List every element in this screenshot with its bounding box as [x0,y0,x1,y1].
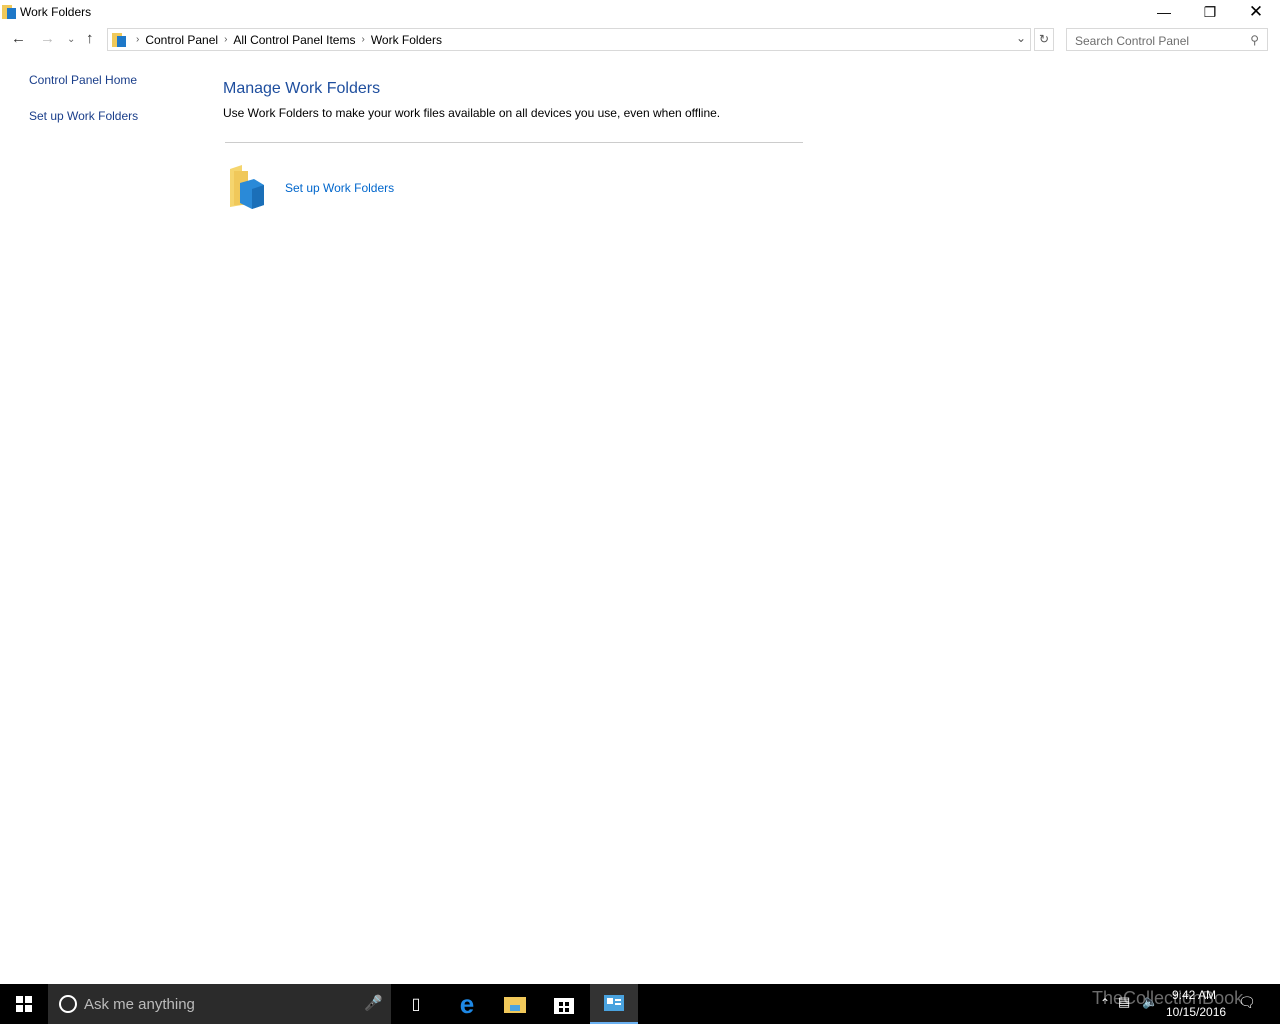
control-panel-icon [604,995,624,1011]
search-placeholder: Search Control Panel [1075,34,1190,48]
window-title: Work Folders [20,5,92,19]
network-icon[interactable]: ▤ [1118,994,1130,1010]
windows-logo-icon [16,996,32,1012]
up-button[interactable]: ↑ [86,30,94,47]
taskbar: Ask me anything 🎤 ▯ e TheCollectionBook … [0,984,1280,1024]
edge-button[interactable]: e [443,984,491,1024]
cortana-placeholder: Ask me anything [84,995,195,1013]
restore-icon: ❐ [1203,3,1217,20]
cortana-search-box[interactable]: Ask me anything 🎤 [48,984,391,1024]
set-up-work-folders-link[interactable]: Set up Work Folders [285,181,394,195]
breadcrumb-control-panel[interactable]: Control Panel [145,33,218,47]
page-title: Manage Work Folders [223,80,381,97]
volume-icon[interactable]: 🔈 [1142,994,1158,1010]
work-folders-large-icon [230,165,264,209]
store-button[interactable] [540,984,588,1024]
file-explorer-button[interactable] [491,984,539,1024]
search-icon: ⚲ [1250,33,1259,47]
minimize-button[interactable]: — [1141,0,1187,24]
breadcrumb-all-items[interactable]: All Control Panel Items [233,33,355,47]
chevron-right-icon[interactable]: › [224,34,227,45]
work-folders-icon [112,32,126,47]
restore-button[interactable]: ❐ [1187,0,1233,24]
control-panel-taskbar-button[interactable] [590,984,638,1024]
refresh-button[interactable]: ↻ [1034,28,1054,51]
forward-button[interactable]: → [40,30,55,47]
close-button[interactable]: ✕ [1233,0,1279,24]
chevron-right-icon[interactable]: › [361,34,364,45]
breadcrumb-work-folders[interactable]: Work Folders [371,33,442,47]
refresh-icon: ↻ [1038,32,1050,46]
file-explorer-icon [504,997,526,1013]
store-icon [554,998,574,1014]
back-button[interactable]: ← [11,30,26,47]
clock-date[interactable]: 10/15/2016 [1166,1005,1226,1019]
recent-locations-button[interactable]: ⌄ [67,34,75,45]
work-folders-icon [2,5,16,19]
chevron-down-icon[interactable]: ⌄ [1016,31,1026,45]
search-input[interactable]: Search Control Panel ⚲ [1066,28,1268,51]
page-description: Use Work Folders to make your work files… [223,106,721,120]
sidebar-item-control-panel-home[interactable]: Control Panel Home [29,73,137,87]
minimize-icon: — [1157,4,1171,20]
address-bar[interactable]: › Control Panel › All Control Panel Item… [107,28,1031,51]
clock-time[interactable]: 9:42 AM [1172,988,1216,1002]
sidebar-item-set-up-work-folders[interactable]: Set up Work Folders [29,109,138,123]
action-center-icon[interactable]: 🗨 [1238,994,1256,1011]
divider [225,142,803,143]
cortana-icon [59,995,77,1013]
edge-icon: e [459,988,475,1019]
task-view-button[interactable]: ▯ [392,984,440,1024]
task-view-icon: ▯ [411,996,421,1013]
chevron-right-icon[interactable]: › [136,34,139,45]
microphone-icon[interactable]: 🎤 [364,994,383,1012]
close-icon: ✕ [1248,2,1264,21]
show-hidden-icons-button[interactable]: ⌃ [1100,996,1110,1010]
title-bar: Work Folders — ❐ ✕ [0,0,1280,24]
start-button[interactable] [0,984,48,1024]
